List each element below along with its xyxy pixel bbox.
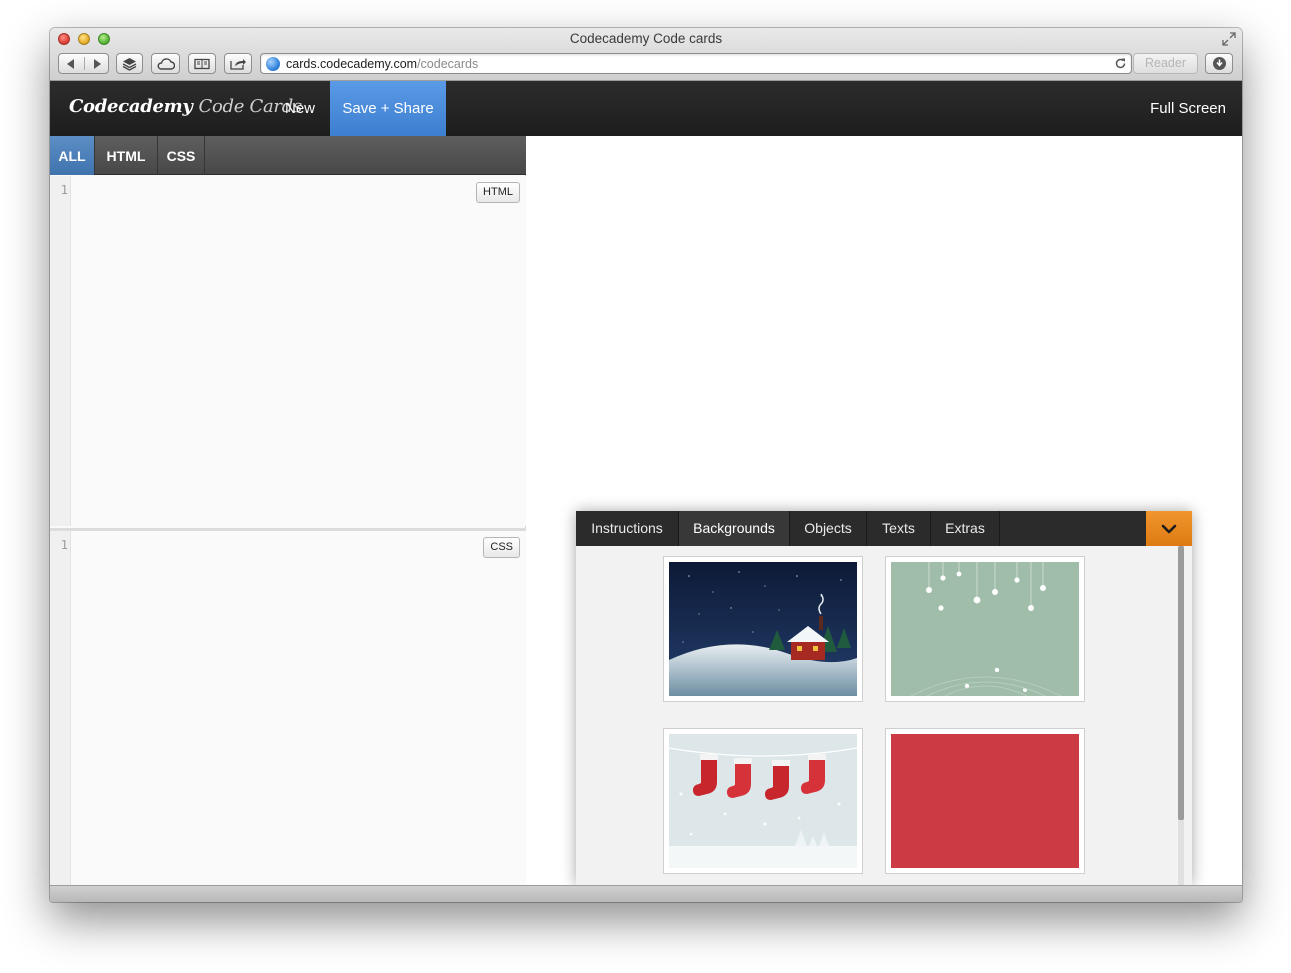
share-icon [230,59,246,70]
css-editor-pane[interactable]: 1 CSS [50,531,526,885]
address-bar[interactable]: cards.codecademy.com/codecards [260,53,1132,74]
line-number: 1 [60,183,68,197]
tab-extras[interactable]: Extras [931,511,1000,546]
collapse-panel-button[interactable] [1146,511,1192,546]
download-icon [1212,57,1226,70]
plain-red-image [891,734,1079,868]
tab-html[interactable]: HTML [95,136,158,175]
browser-window: Codecademy Code cards cards.codecademy.c… [50,28,1242,902]
reload-icon[interactable] [1114,57,1127,70]
layers-icon [122,57,137,71]
globe-icon [266,57,280,71]
editor-tabs: ALL HTML CSS [50,136,526,175]
tab-texts[interactable]: Texts [867,511,931,546]
new-button[interactable]: New [285,100,315,117]
code-editor: ALL HTML CSS 1 HTML 1 CSS [50,136,526,885]
css-badge: CSS [483,537,520,558]
title-bar: Codecademy Code cards cards.codecademy.c… [50,28,1242,81]
panel-tabs: Instructions Backgrounds Objects Texts E… [576,511,1192,546]
html-editor-pane[interactable]: 1 HTML [50,176,526,526]
line-gutter: 1 [50,531,71,885]
background-thumbnail-stockings[interactable] [663,728,863,874]
url-text: cards.codecademy.com/codecards [286,57,479,71]
save-share-button[interactable]: Save + Share [330,81,446,136]
background-thumbnail-night-cabin[interactable] [663,556,863,702]
tab-css[interactable]: CSS [158,136,205,175]
status-bar [50,885,1242,902]
scrollbar-thumb[interactable] [1178,546,1184,820]
tab-all[interactable]: ALL [50,136,95,175]
downloads-button[interactable] [1205,53,1233,74]
line-number: 1 [60,538,68,552]
tab-instructions[interactable]: Instructions [576,511,679,546]
icloud-button[interactable] [151,53,180,74]
site-header: Codecademy Code Cards New Save + Share F… [50,81,1242,136]
layers-button[interactable] [116,53,143,74]
full-screen-button[interactable]: Full Screen [1150,100,1226,117]
tab-backgrounds[interactable]: Backgrounds [679,511,790,546]
line-gutter: 1 [50,176,71,526]
reader-button[interactable]: Reader [1133,53,1198,74]
background-thumbnail-hanging-stars[interactable] [885,556,1085,702]
share-button[interactable] [224,53,252,74]
chevron-down-icon [1161,524,1177,533]
window-title: Codecademy Code cards [569,31,723,46]
enter-fullscreen-icon[interactable] [1222,32,1236,46]
assets-panel: Instructions Backgrounds Objects Texts E… [576,511,1192,885]
stockings-image [669,734,857,868]
back-forward-buttons[interactable] [58,53,109,74]
background-thumbnail-plain-red[interactable] [885,728,1085,874]
night-cabin-image [669,562,857,696]
html-badge: HTML [476,182,520,203]
cloud-icon [157,57,175,70]
tab-objects[interactable]: Objects [790,511,867,546]
book-icon [194,58,210,69]
site-logo[interactable]: Codecademy Code Cards [69,96,302,117]
hanging-stars-image [891,562,1079,696]
reading-list-button[interactable] [188,53,216,74]
